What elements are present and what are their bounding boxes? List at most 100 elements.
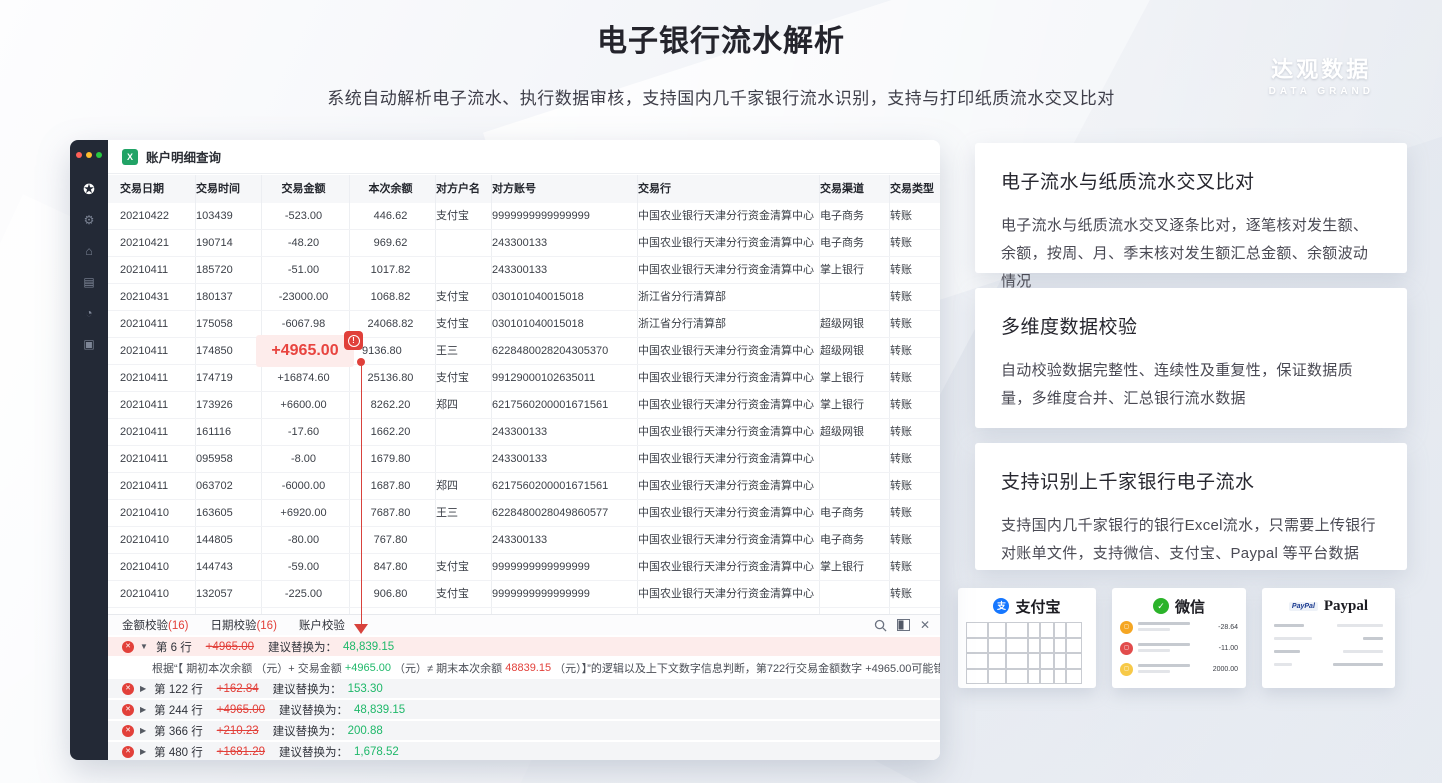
issue-old-value: +162.84 [217, 683, 259, 695]
alipay-table-cell [1066, 669, 1082, 685]
camera-icon[interactable]: ▣ [83, 337, 94, 351]
validation-issue-row[interactable]: ✕▼第 6 行+4965.00建议替换为：48,839.15 [108, 637, 940, 656]
warning-badge-icon[interactable]: ! [344, 331, 363, 350]
table-row[interactable]: 20210410144743-59.00847.80支付宝99999999999… [108, 554, 940, 581]
table-row[interactable]: 20210411185720-51.001017.82243300133中国农业… [108, 257, 940, 284]
page-title: 电子银行流水解析 [0, 16, 1442, 60]
app-content: X 账户明细查询 交易日期交易时间交易金额本次余额对方户名对方账号交易行交易渠道… [108, 140, 940, 760]
alipay-table-cell [966, 622, 988, 638]
flagged-amount-cell[interactable]: +4965.00! [262, 338, 350, 364]
validation-issue-row[interactable]: ✕▶第 122 行+162.84建议替换为：153.30 [108, 679, 940, 698]
tab-amount-check[interactable]: 金额校验(16) [122, 617, 188, 633]
annotation-arrow-icon [354, 624, 368, 634]
table-cell: 095958 [196, 446, 262, 472]
table-cell: 转账 [890, 203, 940, 229]
tab-account-check[interactable]: 账户校验 [299, 617, 345, 633]
table-cell: 144805 [196, 527, 262, 553]
validation-issue-row[interactable]: ✕▶第 480 行+1681.29建议替换为：1,678.52 [108, 742, 940, 760]
search-icon[interactable] [874, 619, 887, 632]
table-row[interactable]: 20210411175058-6067.9824068.82支付宝0301010… [108, 311, 940, 338]
tab-date-check[interactable]: 日期校验(16) [210, 617, 276, 633]
alipay-sample-card: 支 支付宝 [958, 588, 1096, 688]
table-cell: 电子商务 [820, 500, 890, 526]
chevron-right-icon[interactable]: ▶ [140, 705, 146, 714]
column-header: 交易时间 [196, 175, 262, 203]
table-cell: 电子商务 [820, 203, 890, 229]
table-cell: 转账 [890, 257, 940, 283]
table-row[interactable]: 20210410132057-225.00906.80支付宝9999999999… [108, 581, 940, 608]
table-cell: 243300133 [492, 527, 638, 553]
brand-name-en: DATA GRAND [1269, 86, 1374, 97]
gear-icon[interactable]: ⚙ [84, 213, 95, 227]
table-cell: 转账 [890, 230, 940, 256]
card-title: 支持识别上千家银行电子流水 [1001, 467, 1381, 494]
table-row[interactable]: 20210410144805-80.00767.80243300133中国农业银… [108, 527, 940, 554]
table-cell: 电子商务 [820, 527, 890, 553]
table-cell: 掌上银行 [820, 365, 890, 391]
alipay-table-cell [1040, 622, 1054, 638]
app-window: ✪ ⚙ ⌂ ▤ ◔ ▣ X 账户明细查询 交易日期交易时间交易金额本次余额对方户… [70, 140, 940, 760]
table-row[interactable]: 20210431180137-23000.001068.82支付宝0301010… [108, 284, 940, 311]
table-row[interactable]: 20210411174850+4965.00!9136.80王三62284800… [108, 338, 940, 365]
chevron-right-icon[interactable]: ▶ [140, 684, 146, 693]
table-cell: 转账 [890, 338, 940, 364]
alipay-table-cell [1040, 653, 1054, 669]
validation-issue-row[interactable]: ✕▶第 244 行+4965.00建议替换为：48,839.15 [108, 700, 940, 719]
table-cell [436, 419, 492, 445]
wechat-item-lines [1138, 664, 1213, 676]
maximize-window-button[interactable] [96, 152, 102, 158]
chevron-right-icon[interactable]: ▶ [140, 726, 146, 735]
close-panel-icon[interactable]: ✕ [920, 619, 930, 631]
table-cell: 20210411 [120, 446, 196, 472]
issue-old-value: +210.23 [217, 725, 259, 737]
wheel-icon[interactable]: ✪ [83, 182, 95, 196]
layout-panel-icon[interactable] [897, 619, 910, 631]
table-cell: 906.80 [350, 581, 436, 607]
alipay-table-cell [966, 669, 988, 685]
table-row[interactable]: 20210410163605+6920.007687.80王三622848002… [108, 500, 940, 527]
table-row[interactable]: 20210411161116-17.601662.20243300133中国农业… [108, 419, 940, 446]
chevron-right-icon[interactable]: ▶ [140, 747, 146, 756]
wechat-item-lines [1138, 622, 1218, 634]
table-cell [820, 446, 890, 472]
table-cell: 9999999999999999 [492, 554, 638, 580]
close-window-button[interactable] [76, 152, 82, 158]
validation-issue-row[interactable]: ✕▶第 366 行+210.23建议替换为：200.88 [108, 721, 940, 740]
table-cell: 中国农业银行天津分行资金清算中心 [638, 581, 820, 607]
validation-issue-list: ✕▼第 6 行+4965.00建议替换为：48,839.15根据“【 期初本次余… [108, 637, 940, 760]
table-cell: 20210411 [120, 365, 196, 391]
issue-replace-label: 建议替换为： [268, 639, 337, 655]
issue-row-label: 第 366 行 [154, 723, 203, 739]
error-circle-icon: ✕ [122, 641, 134, 653]
table-row[interactable]: 20210411173926+6600.008262.20郑四621756020… [108, 392, 940, 419]
table-row[interactable]: 20210421190714-48.20969.62243300133中国农业银… [108, 230, 940, 257]
table-cell: 20210411 [120, 311, 196, 337]
issue-replace-label: 建议替换为： [279, 702, 348, 718]
wechat-label: 微信 [1175, 596, 1205, 617]
table-row[interactable]: 20210411174719+16874.6025136.80支付宝991290… [108, 365, 940, 392]
table-row[interactable]: 20210411063702-6000.001687.80郑四621756020… [108, 473, 940, 500]
chevron-down-icon[interactable]: ▼ [140, 642, 148, 651]
table-cell: -59.00 [262, 554, 350, 580]
table-cell: 郑四 [436, 473, 492, 499]
table-cell: -6067.98 [262, 311, 350, 337]
text-placeholder [1138, 664, 1190, 667]
transactions-table: 交易日期交易时间交易金额本次余额对方户名对方账号交易行交易渠道交易类型 2021… [108, 175, 940, 614]
clock-icon[interactable]: ◔ [85, 306, 92, 320]
text-placeholder [1138, 649, 1170, 652]
table-cell: 郑四 [436, 392, 492, 418]
issue-old-value: +4965.00 [206, 641, 254, 653]
table-row[interactable]: 20210411095958-8.001679.80243300133中国农业银… [108, 446, 940, 473]
minimize-window-button[interactable] [86, 152, 92, 158]
image-icon[interactable]: ▤ [83, 275, 94, 289]
table-cell: 转账 [890, 554, 940, 580]
table-cell: 转账 [890, 284, 940, 310]
table-cell: 中国农业银行天津分行资金清算中心 [638, 392, 820, 418]
table-cell: 支付宝 [436, 554, 492, 580]
table-row[interactable]: 20210422103439-523.00446.62支付宝9999999999… [108, 203, 940, 230]
briefcase-icon[interactable]: ⌂ [85, 244, 92, 258]
card-body: 支持国内几千家银行的银行Excel流水，只需要上传银行对账单文件，支持微信、支付… [1001, 512, 1381, 568]
table-cell: 6228480028204305370 [492, 338, 638, 364]
validation-tabs: 金额校验(16) 日期校验(16) 账户校验 ✕ [108, 615, 940, 635]
error-circle-icon: ✕ [122, 704, 134, 716]
